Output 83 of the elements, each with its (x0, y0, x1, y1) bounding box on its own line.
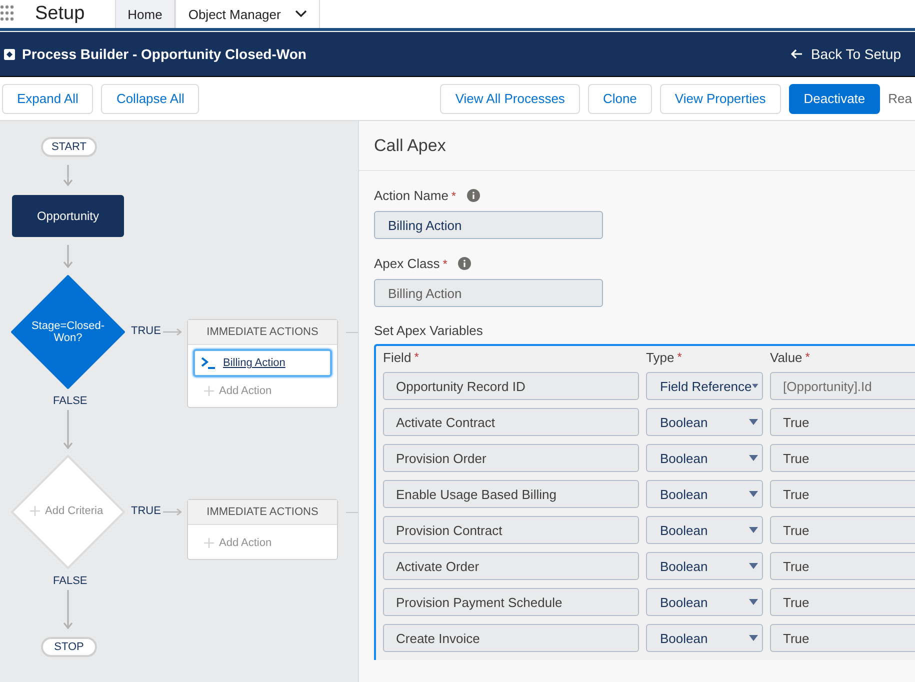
type-select[interactable]: Boolean (646, 444, 763, 472)
nav-tab[interactable]: Home (114, 0, 176, 28)
value-input[interactable]: True (770, 624, 915, 652)
type-select[interactable]: Field Reference (646, 372, 763, 400)
left-arrow-icon[interactable] (790, 49, 803, 59)
page-title: Process Builder - Opportunity Closed-Won (22, 46, 306, 62)
false-label: FALSE (53, 395, 88, 407)
actions-header: IMMEDIATE ACTIONS (188, 500, 337, 525)
field-input[interactable]: Opportunity Record ID (383, 372, 639, 400)
required-mark: * (414, 350, 419, 364)
action-item[interactable]: Billing Action (193, 349, 332, 377)
false-label: FALSE (53, 575, 88, 587)
info-icon[interactable] (467, 189, 480, 202)
right-arrow (163, 507, 183, 517)
true-label: TRUE (131, 325, 161, 337)
type-select[interactable]: Boolean (646, 408, 763, 436)
plus-icon (30, 506, 40, 516)
type-select[interactable]: Boolean (646, 588, 763, 616)
value-input[interactable]: True (770, 552, 915, 580)
down-arrow (62, 165, 74, 187)
dropdown-caret-icon[interactable] (749, 455, 758, 461)
true-label: TRUE (131, 505, 161, 517)
section-label: Set Apex Variables (374, 323, 484, 338)
dropdown-caret-icon[interactable] (749, 491, 758, 497)
column-header: Field (383, 350, 412, 364)
field-input[interactable]: Activate Contract (383, 408, 639, 436)
field-input[interactable]: Provision Contract (383, 516, 639, 544)
field-input[interactable]: Provision Order (383, 444, 639, 472)
stop-node[interactable]: STOP (41, 637, 97, 657)
plus-icon (204, 538, 214, 548)
text-input[interactable]: Billing Action (374, 211, 603, 239)
down-arrow (62, 410, 74, 450)
toolbar-button[interactable]: Collapse All (101, 84, 200, 114)
type-select[interactable]: Boolean (646, 624, 763, 652)
app-name: Setup (35, 3, 85, 25)
actions-header: IMMEDIATE ACTIONS (188, 320, 337, 345)
required-mark: * (442, 256, 448, 270)
field-input[interactable]: Provision Payment Schedule (383, 588, 639, 616)
process-icon (4, 48, 15, 60)
info-icon[interactable] (458, 257, 472, 270)
required-mark: * (677, 350, 682, 364)
type-select[interactable]: Boolean (646, 516, 763, 544)
field-label: Apex Class (374, 256, 440, 271)
value-input[interactable]: [Opportunity].Id (770, 372, 915, 400)
criteria-diamond[interactable] (11, 275, 125, 389)
plus-icon (204, 386, 214, 396)
nav-tab[interactable]: Object Manager (175, 0, 320, 28)
dropdown-caret-icon[interactable] (752, 383, 758, 389)
value-input[interactable]: True (770, 480, 915, 508)
down-arrow (62, 590, 74, 630)
column-header: Type (646, 350, 674, 364)
toolbar-button[interactable]: Deactivate (788, 84, 880, 114)
object-node[interactable]: Opportunity (12, 195, 124, 237)
column-header: Value (770, 350, 802, 364)
field-input[interactable]: Enable Usage Based Billing (383, 480, 639, 508)
chevron-down-icon[interactable] (294, 10, 307, 18)
dropdown-caret-icon[interactable] (749, 527, 758, 533)
toolbar-button[interactable]: Clone (588, 84, 652, 114)
start-node[interactable]: START (41, 137, 97, 157)
type-select[interactable]: Boolean (646, 552, 763, 580)
toolbar-button[interactable]: View All Processes (440, 84, 580, 114)
field-input[interactable]: Create Invoice (383, 624, 639, 652)
type-select[interactable]: Boolean (646, 480, 763, 508)
toolbar-button[interactable]: Expand All (2, 84, 94, 114)
required-mark: * (805, 350, 810, 364)
dropdown-caret-icon[interactable] (749, 599, 758, 605)
dropdown-caret-icon[interactable] (749, 419, 758, 425)
apex-prompt-icon (201, 357, 217, 369)
status-text: Rea (888, 91, 913, 106)
value-input[interactable]: True (770, 516, 915, 544)
value-input[interactable]: True (770, 588, 915, 616)
right-arrow (163, 327, 183, 337)
down-arrow (62, 245, 74, 269)
back-link[interactable]: Back To Setup (790, 46, 901, 62)
criteria-label[interactable]: Stage=Closed-Won? (28, 320, 108, 344)
toolbar-button[interactable]: View Properties (660, 84, 781, 114)
value-input[interactable]: True (770, 408, 915, 436)
field-label: Action Name (374, 188, 448, 203)
dropdown-caret-icon[interactable] (749, 563, 758, 569)
dropdown-caret-icon[interactable] (749, 635, 758, 641)
required-mark: * (451, 188, 456, 202)
value-input[interactable]: True (770, 444, 915, 472)
field-input[interactable]: Activate Order (383, 552, 639, 580)
